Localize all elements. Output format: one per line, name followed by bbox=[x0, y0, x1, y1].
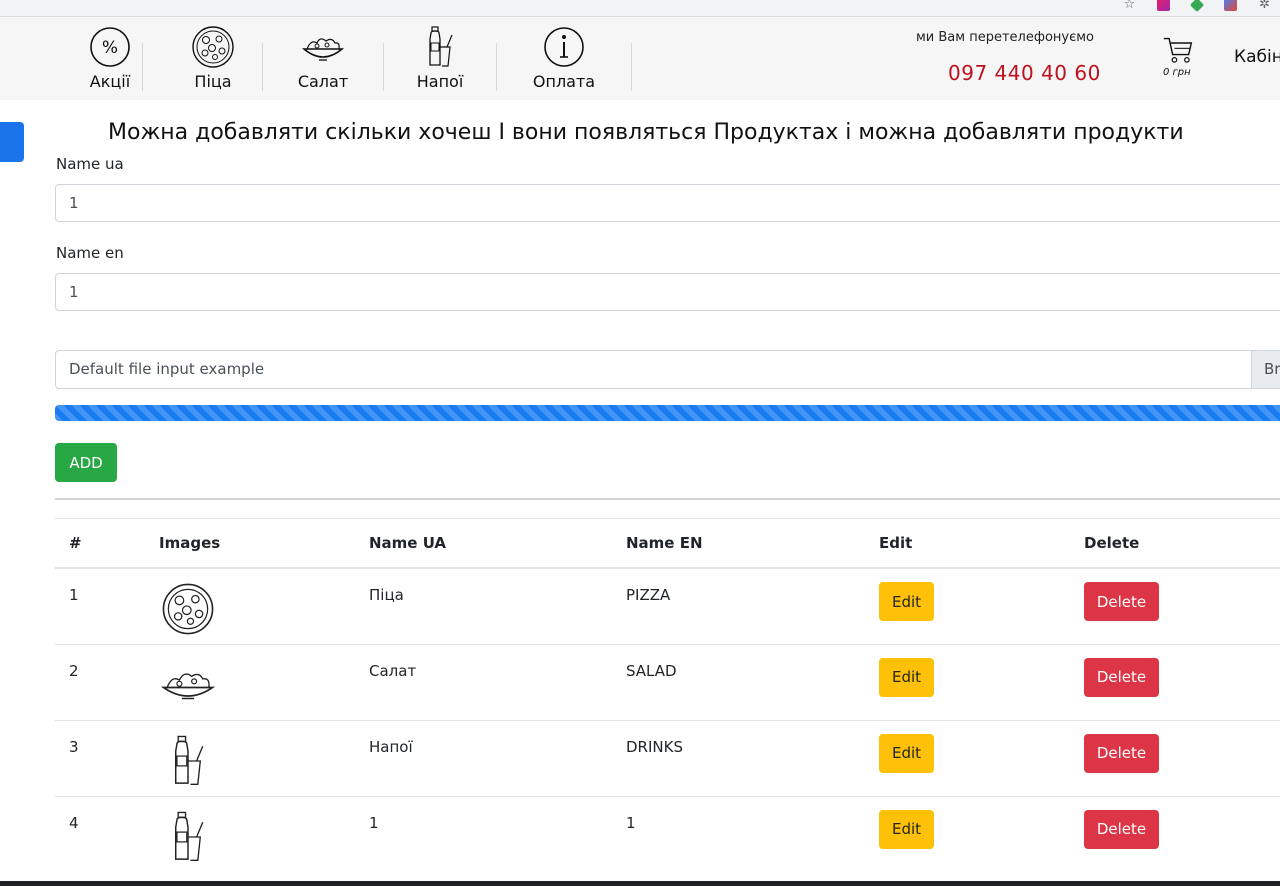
extension-multi-icon[interactable] bbox=[1224, 0, 1238, 11]
nav-divider bbox=[383, 43, 384, 91]
table-row: 4 1 1 Edit Delete bbox=[55, 795, 1280, 872]
row-image-cell bbox=[159, 795, 369, 872]
row-name-ua: Напої bbox=[369, 719, 626, 796]
cart-icon[interactable] bbox=[1160, 35, 1196, 67]
puzzle-icon[interactable]: ✲ bbox=[1259, 0, 1270, 11]
sidebar-toggle[interactable] bbox=[0, 122, 24, 162]
cart-sum: 0 грн bbox=[1163, 67, 1191, 78]
row-delete-cell: Delete bbox=[1084, 643, 1280, 720]
extension-pink-icon[interactable] bbox=[1157, 0, 1171, 11]
name-en-label: Name en bbox=[56, 244, 124, 262]
edit-button[interactable]: Edit bbox=[879, 733, 934, 773]
row-image-cell bbox=[159, 567, 369, 644]
table-row: 3 Напої DRINKS Edit Delete bbox=[55, 719, 1280, 796]
nav-item-salad[interactable]: Салат bbox=[273, 25, 373, 91]
table-row: 2 Салат SALAD Edit Delete bbox=[55, 643, 1280, 720]
row-name-ua: 1 bbox=[369, 795, 626, 872]
pizza-icon bbox=[192, 26, 234, 68]
salad-icon bbox=[301, 38, 345, 61]
row-name-en: PIZZA bbox=[626, 567, 879, 644]
nav-divider bbox=[496, 43, 497, 91]
categories-table: # Images Name UA Name EN Edit Delete 1 П… bbox=[55, 518, 1280, 872]
percent-icon: % bbox=[90, 27, 130, 67]
nav-divider bbox=[631, 43, 632, 91]
row-edit-cell: Edit bbox=[879, 719, 1084, 796]
phone-number[interactable]: 097 440 40 60 bbox=[948, 61, 1101, 85]
nav-label-pizza: Піца bbox=[194, 72, 232, 91]
nav-divider bbox=[262, 43, 263, 91]
name-ua-label: Name ua bbox=[56, 155, 124, 173]
file-input[interactable]: Default file input example Browse bbox=[55, 350, 1280, 389]
address-bar[interactable] bbox=[0, 0, 1138, 14]
row-name-en: 1 bbox=[626, 795, 879, 872]
row-image-cell bbox=[159, 643, 369, 720]
info-icon bbox=[544, 27, 584, 67]
browser-toolbar: ☆ ✲ bbox=[0, 0, 1280, 17]
nav-divider bbox=[142, 43, 143, 91]
table-row: 1 Піца PIZZA Edit Delete bbox=[55, 567, 1280, 644]
upload-progress bbox=[55, 405, 1280, 421]
site-header: % Акції Піца Салат Напої Оплата ми Вам п… bbox=[0, 17, 1280, 100]
add-button[interactable]: ADD bbox=[55, 443, 117, 482]
delete-button[interactable]: Delete bbox=[1084, 657, 1159, 697]
nav-label-payment: Оплата bbox=[532, 72, 596, 91]
file-input-placeholder: Default file input example bbox=[69, 360, 265, 378]
row-number: 1 bbox=[55, 567, 159, 644]
edit-button[interactable]: Edit bbox=[879, 809, 934, 849]
extension-green-icon[interactable] bbox=[1190, 0, 1205, 12]
browse-button[interactable]: Browse bbox=[1251, 351, 1280, 388]
row-number: 3 bbox=[55, 719, 159, 796]
delete-button[interactable]: Delete bbox=[1084, 582, 1159, 621]
row-name-ua: Салат bbox=[369, 643, 626, 720]
callback-text: ми Вам перетелефонуємо bbox=[916, 30, 1094, 45]
column-header-edit: Edit bbox=[879, 518, 1084, 569]
star-icon[interactable]: ☆ bbox=[1123, 0, 1135, 11]
column-header-delete: Delete bbox=[1084, 518, 1280, 569]
drink-icon bbox=[174, 735, 204, 785]
row-number: 2 bbox=[55, 643, 159, 720]
column-header-number: # bbox=[55, 518, 159, 569]
edit-button[interactable]: Edit bbox=[879, 657, 934, 697]
name-ua-input[interactable]: 1 bbox=[55, 184, 1280, 222]
svg-text:%: % bbox=[102, 38, 118, 58]
nav-item-pizza[interactable]: Піца bbox=[163, 25, 263, 91]
delete-button[interactable]: Delete bbox=[1084, 809, 1159, 849]
row-delete-cell: Delete bbox=[1084, 719, 1280, 796]
nav-item-promotions[interactable]: % Акції bbox=[60, 25, 160, 91]
edit-button[interactable]: Edit bbox=[879, 582, 934, 621]
page-title: Можна добавляти скільки хочеш І вони поя… bbox=[108, 120, 1184, 145]
name-en-input[interactable]: 1 bbox=[55, 273, 1280, 311]
nav-item-payment[interactable]: Оплата bbox=[514, 25, 614, 91]
pizza-icon bbox=[162, 583, 214, 635]
nav-label-promotions: Акції bbox=[89, 72, 131, 91]
nav-item-drinks[interactable]: Напої bbox=[390, 25, 490, 91]
nav-label-drinks: Напої bbox=[416, 72, 464, 91]
row-edit-cell: Edit bbox=[879, 567, 1084, 644]
row-edit-cell: Edit bbox=[879, 795, 1084, 872]
column-header-images: Images bbox=[159, 518, 369, 569]
table-header-row: # Images Name UA Name EN Edit Delete bbox=[55, 518, 1280, 569]
taskbar-edge bbox=[0, 881, 1280, 886]
divider bbox=[55, 498, 1280, 500]
delete-button[interactable]: Delete bbox=[1084, 733, 1159, 773]
browser-extension-icons: ☆ ✲ bbox=[1123, 0, 1270, 12]
row-delete-cell: Delete bbox=[1084, 795, 1280, 872]
column-header-name-en: Name EN bbox=[626, 518, 879, 569]
nav-label-salad: Салат bbox=[297, 72, 349, 91]
upload-progress-bar bbox=[55, 405, 1280, 421]
salad-icon bbox=[161, 672, 215, 699]
row-name-en: DRINKS bbox=[626, 719, 879, 796]
row-delete-cell: Delete bbox=[1084, 567, 1280, 644]
drink-icon bbox=[174, 811, 204, 861]
row-name-en: SALAD bbox=[626, 643, 879, 720]
row-name-ua: Піца bbox=[369, 567, 626, 644]
drink-icon bbox=[429, 26, 453, 67]
column-header-name-ua: Name UA bbox=[369, 518, 626, 569]
row-image-cell bbox=[159, 719, 369, 796]
row-number: 4 bbox=[55, 795, 159, 872]
cabinet-link[interactable]: Кабін bbox=[1234, 47, 1280, 67]
row-edit-cell: Edit bbox=[879, 643, 1084, 720]
